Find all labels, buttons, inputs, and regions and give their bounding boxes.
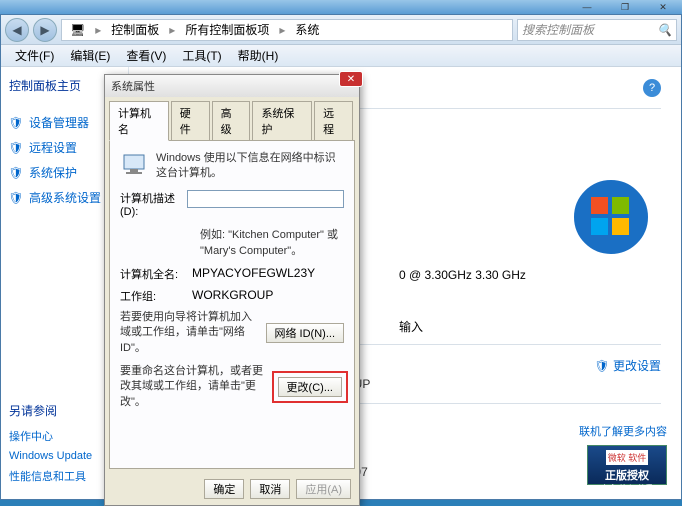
fullname-value: MPYACYOFEGWL23Y <box>192 266 315 282</box>
workgroup-value: WORKGROUP <box>192 288 273 304</box>
system-properties-dialog: 系统属性 ✕ 计算机名 硬件 高级 系统保护 远程 Windows 使用以下信息… <box>104 74 360 506</box>
chevron-right-icon: ▸ <box>165 23 179 37</box>
breadcrumb[interactable]: 🖥 ▸ 控制面板 ▸ 所有控制面板项 ▸ 系统 <box>61 19 513 41</box>
desc-hint: 例如: "Kitchen Computer" 或 "Mary's Compute… <box>200 226 344 258</box>
chevron-right-icon: ▸ <box>275 23 289 37</box>
shield-icon: 🛡 <box>9 141 23 155</box>
sidebar-item-label: 远程设置 <box>29 139 77 156</box>
workgroup-label: 工作组: <box>120 288 192 304</box>
desc-label: 计算机描述(D): <box>120 190 179 218</box>
menu-view[interactable]: 查看(V) <box>120 45 172 66</box>
shield-icon: 🛡 <box>9 166 23 180</box>
dialog-title: 系统属性 <box>105 75 359 97</box>
search-input[interactable]: 搜索控制面板 🔍 <box>517 19 677 41</box>
tab-hardware[interactable]: 硬件 <box>171 101 210 140</box>
tab-computer-name[interactable]: 计算机名 <box>109 101 169 141</box>
apply-button[interactable]: 应用(A) <box>296 479 351 499</box>
breadcrumb-all-items[interactable]: 所有控制面板项 <box>181 21 273 38</box>
dialog-close-button[interactable]: ✕ <box>339 71 363 87</box>
badge-bot: 安全 放心 尊重 <box>592 483 662 494</box>
dialog-body: Windows 使用以下信息在网络中标识这台计算机。 计算机描述(D): 例如:… <box>109 140 355 469</box>
dialog-tabs: 计算机名 硬件 高级 系统保护 远程 <box>105 97 359 140</box>
input-tail: 输入 <box>399 318 423 335</box>
change-text: 要重命名这台计算机，或者更改其域或工作组，请单击"更改"。 <box>120 364 268 410</box>
sidebar-item-label: 高级系统设置 <box>29 189 101 206</box>
navigation-bar: ◀ ▶ 🖥 ▸ 控制面板 ▸ 所有控制面板项 ▸ 系统 搜索控制面板 🔍 <box>1 15 681 45</box>
computer-icon <box>120 151 148 179</box>
dialog-actions: 确定 取消 应用(A) <box>105 473 359 505</box>
change-settings-link[interactable]: 🛡 更改设置 <box>594 357 661 374</box>
computer-icon: 🖥 <box>66 23 89 37</box>
network-id-button[interactable]: 网络 ID(N)... <box>266 323 345 343</box>
menu-file[interactable]: 文件(F) <box>9 45 60 66</box>
netid-text: 若要使用向导将计算机加入域或工作组，请单击"网络 ID"。 <box>120 310 258 356</box>
forward-button[interactable]: ▶ <box>33 18 57 42</box>
sidebar-link-action-center[interactable]: 操作中心 <box>9 425 119 447</box>
tab-remote[interactable]: 远程 <box>314 101 353 140</box>
dialog-intro: Windows 使用以下信息在网络中标识这台计算机。 <box>156 151 344 182</box>
help-icon[interactable]: ? <box>643 79 661 97</box>
sidebar-item-label: 系统保护 <box>29 164 77 181</box>
online-help-link[interactable]: 联机了解更多内容 <box>579 423 667 439</box>
back-button[interactable]: ◀ <box>5 18 29 42</box>
shield-icon: 🛡 <box>9 191 23 205</box>
genuine-badge: 微软 软件 正版授权 安全 放心 尊重 <box>587 445 667 485</box>
menu-edit[interactable]: 编辑(E) <box>64 45 116 66</box>
windows-logo-icon <box>571 177 651 257</box>
search-icon: 🔍 <box>657 23 672 37</box>
menu-tools[interactable]: 工具(T) <box>176 45 227 66</box>
tab-advanced[interactable]: 高级 <box>212 101 251 140</box>
ok-button[interactable]: 确定 <box>204 479 244 499</box>
chevron-right-icon: ▸ <box>91 23 105 37</box>
cpu-value-tail: 0 @ 3.30GHz 3.30 GHz <box>399 268 526 282</box>
fullname-label: 计算机全名: <box>120 266 192 282</box>
tab-protection[interactable]: 系统保护 <box>252 101 312 140</box>
close-button[interactable]: ✕ <box>644 0 682 14</box>
cancel-button[interactable]: 取消 <box>250 479 290 499</box>
sidebar-link-windows-update[interactable]: Windows Update <box>9 447 119 465</box>
breadcrumb-system[interactable]: 系统 <box>291 21 323 38</box>
maximize-button[interactable]: ❐ <box>606 0 644 14</box>
shield-icon: 🛡 <box>9 116 23 130</box>
computer-description-input[interactable] <box>187 190 344 208</box>
search-placeholder: 搜索控制面板 <box>522 21 594 38</box>
sidebar-footer-title: 另请参阅 <box>9 402 119 419</box>
sidebar-link-performance[interactable]: 性能信息和工具 <box>9 465 119 487</box>
badge-top: 微软 软件 <box>606 450 649 465</box>
change-button[interactable]: 更改(C)... <box>278 377 342 397</box>
menu-help[interactable]: 帮助(H) <box>232 45 285 66</box>
minimize-button[interactable]: — <box>568 0 606 14</box>
menu-bar: 文件(F) 编辑(E) 查看(V) 工具(T) 帮助(H) <box>1 45 681 67</box>
sidebar-item-label: 设备管理器 <box>29 114 89 131</box>
highlight-annotation: 更改(C)... <box>272 371 348 403</box>
badge-mid: 正版授权 <box>592 467 662 483</box>
breadcrumb-control-panel[interactable]: 控制面板 <box>107 21 163 38</box>
